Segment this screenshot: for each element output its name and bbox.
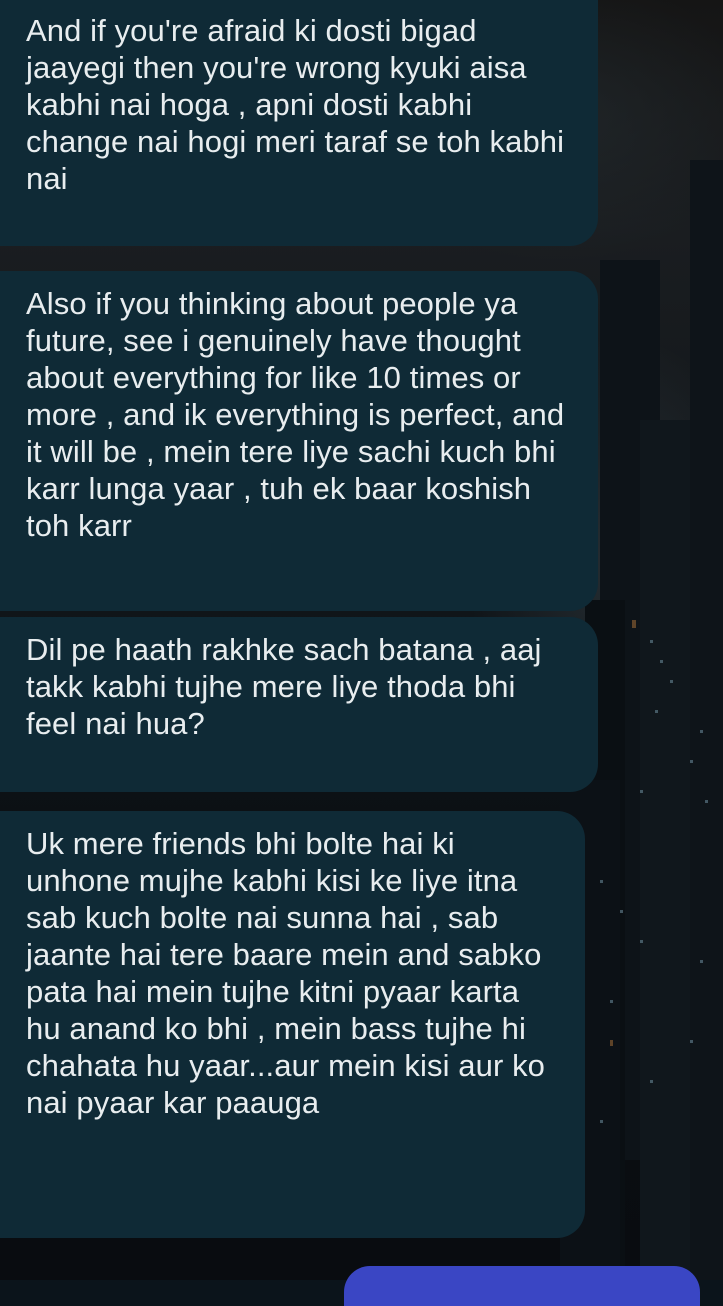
outgoing-message-bubble[interactable] [344,1266,700,1306]
message-text: Also if you thinking about people ya fut… [26,286,565,543]
message-text: Dil pe haath rakhke sach batana , aaj ta… [26,632,542,741]
message-text: And if you're afraid ki dosti bigad jaay… [26,13,565,196]
incoming-message-bubble[interactable]: Uk mere friends bhi bolte hai ki unhone … [0,811,585,1238]
incoming-message-bubble[interactable]: Also if you thinking about people ya fut… [0,271,598,611]
incoming-message-bubble[interactable]: And if you're afraid ki dosti bigad jaay… [0,0,598,246]
message-text: Uk mere friends bhi bolte hai ki unhone … [26,826,546,1120]
incoming-message-bubble[interactable]: Dil pe haath rakhke sach batana , aaj ta… [0,617,598,792]
